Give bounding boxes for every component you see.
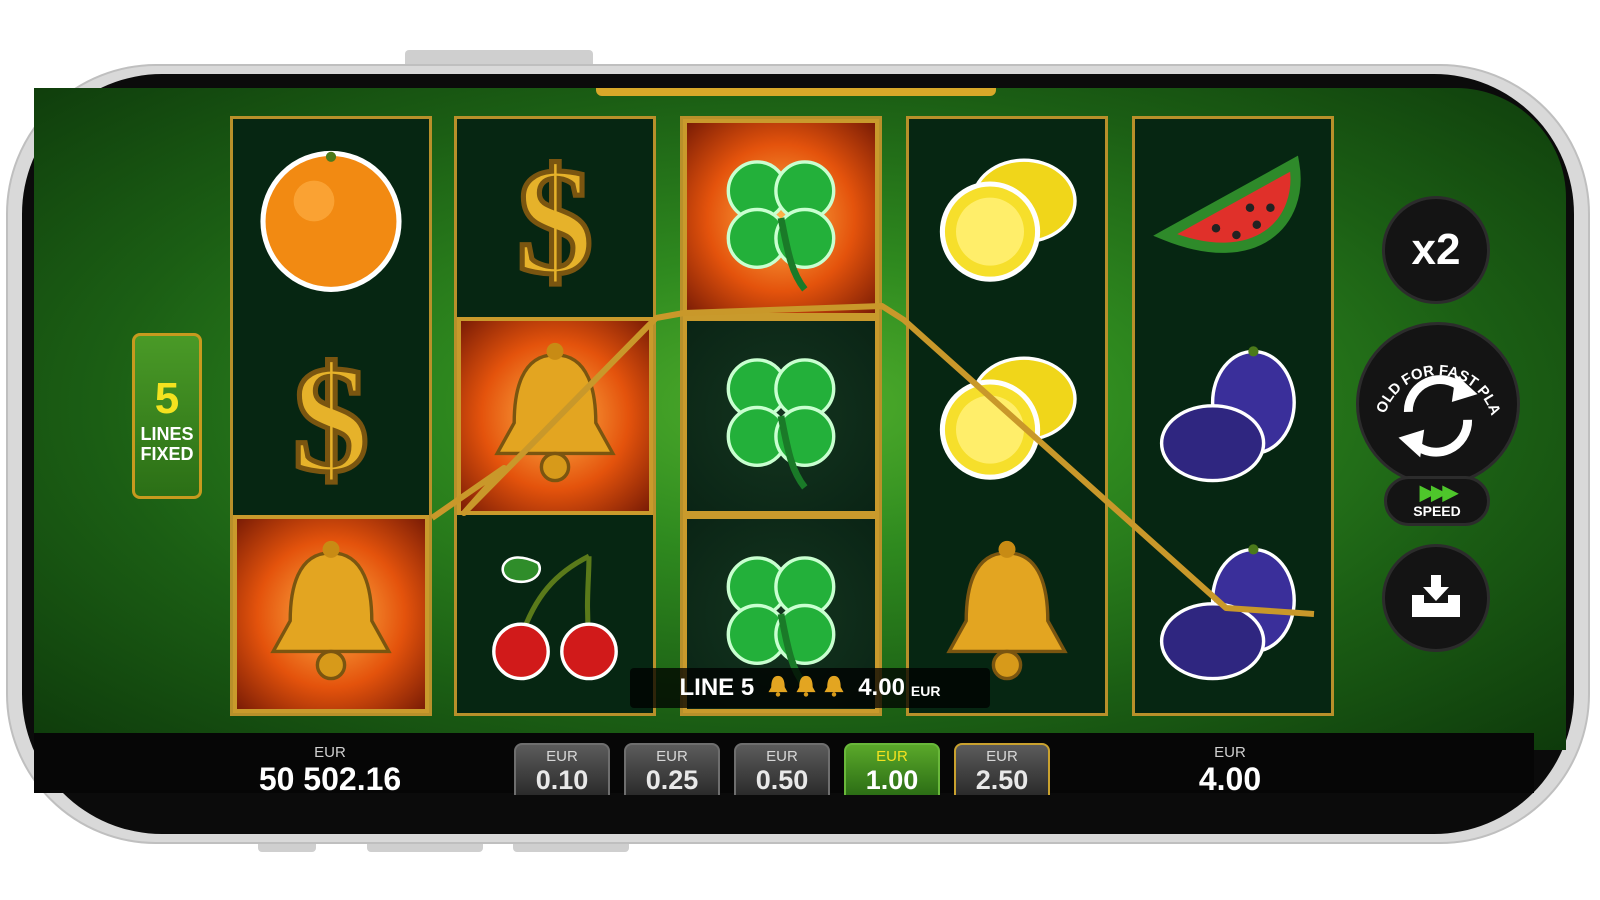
speed-label: SPEED [1413,503,1461,519]
dollar-icon: $ [233,317,429,515]
svg-text:$: $ [517,137,594,303]
orange-icon [233,119,429,317]
reel-4 [906,116,1108,716]
bell-icon [792,675,820,704]
lines-fixed-badge: 5 LINES FIXED [132,333,202,499]
bet-chip-currency: EUR [766,748,798,765]
multiplier-button[interactable]: x2 [1382,196,1490,304]
clover-icon [683,119,879,317]
lemon-icon [909,119,1105,317]
spin-button[interactable]: HOLD FOR FAST PLAY [1356,322,1520,486]
bet-chip[interactable]: EUR 0.25 [624,743,720,795]
fixed-label: FIXED [140,444,194,464]
reel-1: $ [230,116,432,716]
watermelon-icon [1135,119,1331,317]
bet-chip-currency: EUR [876,748,908,765]
bet-chip-currency: EUR [656,748,688,765]
bell-icon [820,675,848,704]
svg-text:HOLD FOR FAST PLAY: HOLD FOR FAST PLAY [1359,324,1503,418]
bet-chip-value: 0.50 [755,765,809,795]
win-line-label: LINE 5 [679,674,755,701]
bet-currency: EUR [1214,744,1246,761]
win-info-bar: LINE 5 4.00 EUR [630,668,990,708]
bell-icon [457,317,653,515]
reel-3 [680,116,882,716]
reel-2: $ [454,116,656,716]
svg-text:$: $ [293,335,370,501]
balance-display: EUR 50 502.16 [220,744,440,798]
plum-icon [1135,515,1331,713]
bet-chip[interactable]: EUR 2.50 [954,743,1050,795]
win-symbols [764,672,848,705]
bet-chip[interactable]: EUR 0.10 [514,743,610,795]
bet-chip-value: 1.00 [865,765,919,795]
bet-chip[interactable]: EUR 0.50 [734,743,830,795]
lines-label: LINES [140,424,194,444]
bet-chip-value: 2.50 [975,765,1029,795]
game-screen: 5 LINES FIXED $ $ LINE 5 4.00 EUR x2 HOLD… [34,88,1566,750]
spin-icon: HOLD FOR FAST PLAY [1359,324,1503,458]
bet-chip[interactable]: EUR 1.00 [844,743,940,795]
bet-chip-value: 0.10 [535,765,589,795]
plum-icon [1135,317,1331,515]
bet-chip-currency: EUR [546,748,578,765]
bell-icon [233,515,429,713]
clover-icon [683,317,879,515]
total-bet-display: EUR 4.00 [1150,744,1310,798]
collect-button[interactable] [1382,544,1490,652]
top-indicator [596,88,996,96]
collect-icon [1412,575,1460,617]
win-amount: 4.00 [858,674,905,701]
dollar-icon: $ [457,119,653,317]
phone-volume-button [405,50,593,64]
bet-value: 4.00 [1198,761,1262,797]
win-currency: EUR [910,683,941,699]
speed-button[interactable]: ▶▶▶ SPEED [1384,476,1490,526]
bet-chip-currency: EUR [986,748,1018,765]
balance-value: 50 502.16 [258,761,402,797]
reel-5 [1132,116,1334,716]
cherry-icon [457,515,653,713]
lines-count: 5 [154,374,180,423]
balance-currency: EUR [314,744,346,761]
fast-forward-icon: ▶▶▶ [1419,482,1458,504]
bet-chip-value: 0.25 [645,765,699,795]
lemon-icon [909,317,1105,515]
hold-fast-play-text: HOLD FOR FAST PLAY [1359,324,1503,418]
bell-icon [764,675,792,704]
